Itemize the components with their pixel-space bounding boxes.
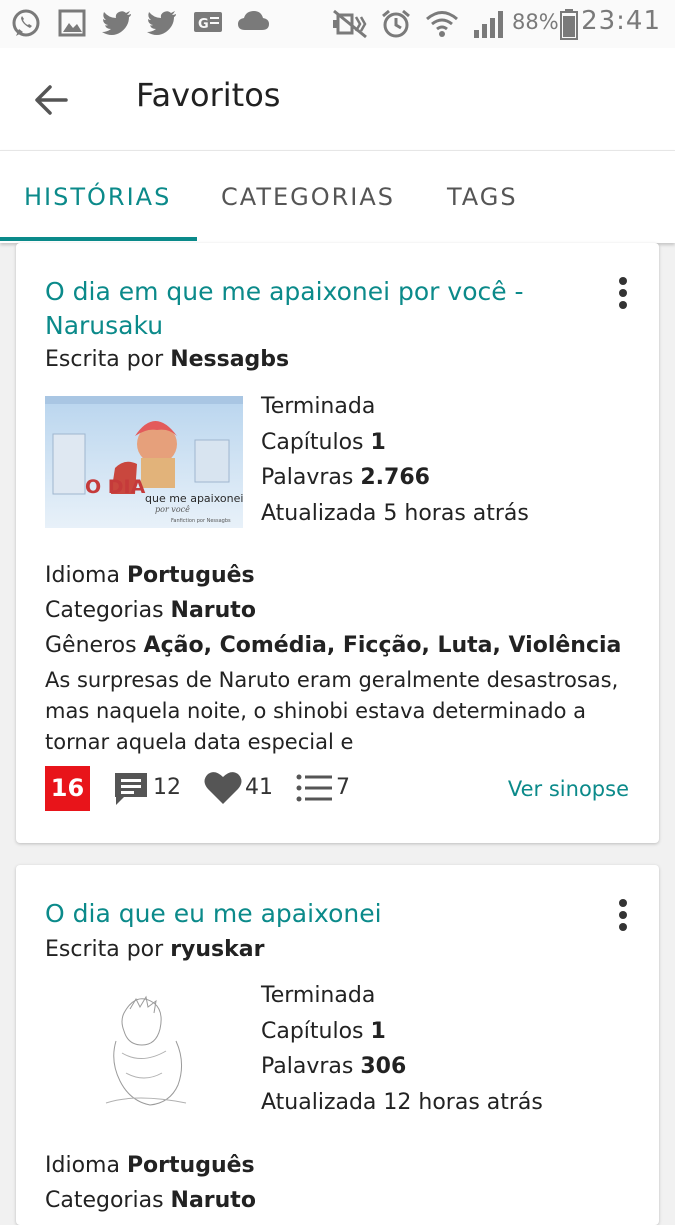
status-bar: G 88% 23:41	[0, 0, 675, 48]
gallery-icon	[58, 9, 86, 37]
comments-icon[interactable]	[112, 770, 150, 808]
alarm-icon	[382, 9, 410, 38]
battery-icon	[560, 9, 578, 40]
whatsapp-icon	[12, 9, 40, 37]
twitter-icon	[102, 11, 131, 35]
age-rating-badge: 16	[45, 766, 90, 811]
battery-percent: 88%	[512, 10, 559, 34]
clock: 23:41	[581, 6, 661, 36]
cover-subtitle-2: por você	[155, 505, 190, 514]
story-cover[interactable]	[86, 983, 206, 1123]
active-tab-indicator	[0, 237, 197, 241]
story-title[interactable]: O dia que eu me apaixonei	[45, 897, 585, 931]
wifi-icon	[426, 11, 458, 37]
story-language: Idioma Português	[45, 1153, 255, 1178]
svg-text:G: G	[198, 17, 209, 32]
comments-count: 12	[153, 775, 181, 800]
list-icon[interactable]	[296, 773, 334, 805]
lists-count: 7	[336, 775, 350, 800]
tab-historias[interactable]: HISTÓRIAS	[24, 183, 171, 211]
story-card[interactable]: O dia que eu me apaixonei Escrita por ry…	[16, 865, 659, 1225]
tab-tags[interactable]: TAGS	[447, 183, 518, 211]
author-name[interactable]: Nessagbs	[170, 347, 289, 372]
story-meta: Terminada Capítulos 1 Palavras 306 Atual…	[261, 978, 543, 1120]
story-categories: Categorias Naruto	[45, 598, 256, 623]
story-info: Idioma Português Categorias Naruto Gêner…	[45, 558, 645, 663]
author-line: Escrita por Nessagbs	[45, 347, 289, 372]
author-prefix: Escrita por	[45, 937, 164, 962]
story-language: Idioma Português	[45, 563, 255, 588]
story-categories: Categorias Naruto	[45, 1188, 256, 1213]
cloud-icon	[238, 11, 269, 30]
story-cover[interactable]: O DIA que me apaixonei por você Fanficti…	[45, 396, 243, 528]
story-words: Palavras 2.766	[261, 465, 430, 490]
story-chapters: Capítulos 1	[261, 1018, 386, 1044]
cover-sketch	[86, 983, 206, 1123]
story-meta: Terminada Capítulos 1 Palavras 2.766 Atu…	[261, 389, 529, 531]
page-title: Favoritos	[136, 76, 281, 114]
mute-icon	[333, 9, 367, 39]
story-card[interactable]: O dia em que me apaixonei por você - Nar…	[16, 243, 659, 843]
author-name[interactable]: ryuskar	[170, 937, 264, 962]
signal-icon	[474, 11, 503, 38]
news-icon: G	[194, 12, 222, 32]
app-bar: Favoritos	[0, 48, 675, 150]
cover-credit: Fanfiction por Nessagbs	[171, 518, 231, 524]
tab-bar: HISTÓRIAS CATEGORIAS TAGS	[0, 150, 675, 243]
more-options-icon[interactable]	[613, 897, 633, 933]
story-updated: Atualizada 12 horas atrás	[261, 1089, 543, 1115]
story-updated: Atualizada 5 horas atrás	[261, 500, 529, 526]
author-line: Escrita por ryuskar	[45, 937, 264, 962]
cover-art: O DIA que me apaixonei por você Fanficti…	[45, 396, 243, 528]
story-synopsis: As surpresas de Naruto eram geralmente d…	[45, 668, 619, 754]
story-words: Palavras 306	[261, 1054, 407, 1079]
cover-subtitle: que me apaixonei	[145, 492, 243, 505]
story-info: Idioma Português Categorias Naruto	[45, 1148, 645, 1218]
story-chapters: Capítulos 1	[261, 429, 386, 455]
tab-categorias[interactable]: CATEGORIAS	[221, 183, 395, 211]
story-status: Terminada	[261, 394, 376, 419]
story-status: Terminada	[261, 983, 376, 1008]
twitter-icon	[147, 11, 176, 35]
favorites-count: 41	[245, 775, 273, 800]
more-options-icon[interactable]	[613, 275, 633, 311]
author-prefix: Escrita por	[45, 347, 164, 372]
arrow-back-icon[interactable]	[30, 78, 74, 122]
cover-title: O DIA	[85, 476, 146, 498]
ver-sinopse-link[interactable]: Ver sinopse	[508, 777, 629, 801]
heart-icon[interactable]	[203, 770, 243, 806]
story-title[interactable]: O dia em que me apaixonei por você - Nar…	[45, 275, 585, 343]
story-genres: Gêneros Ação, Comédia, Ficção, Luta, Vio…	[45, 633, 622, 658]
